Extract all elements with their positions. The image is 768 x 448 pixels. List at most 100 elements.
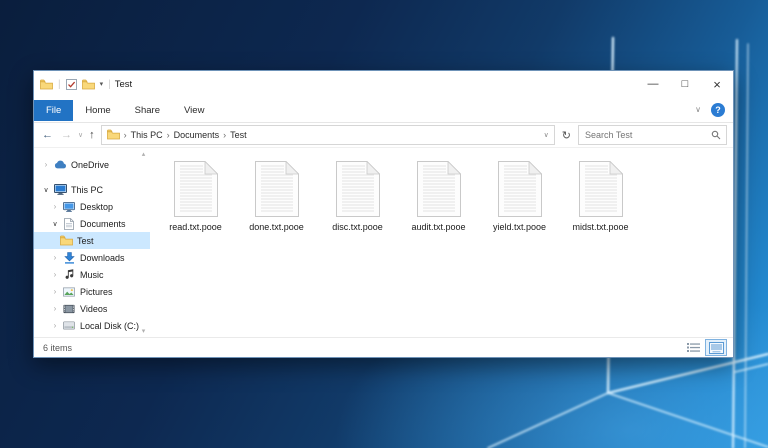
file-item-audit-txt-pooe[interactable]: audit.txt.pooe — [398, 161, 479, 232]
sidebar-item-pictures[interactable]: › Pictures — [34, 283, 150, 300]
sidebar-item-onedrive[interactable]: › OneDrive — [34, 156, 150, 173]
sidebar-item-label: Music — [80, 270, 104, 280]
file-name: disc.txt.pooe — [332, 222, 383, 232]
sidebar-item-this-pc[interactable]: ∨ This PC — [34, 181, 150, 198]
sidebar-item-videos[interactable]: › Videos — [34, 300, 150, 317]
folder-icon — [58, 235, 74, 246]
ribbon-tab-bar: FileHomeShareView ∨ ? — [34, 97, 733, 123]
search-input[interactable] — [579, 130, 706, 140]
cloud-icon — [52, 160, 68, 169]
file-list[interactable]: read.txt.pooe done.txt.pooe disc.txt.pooe a… — [150, 148, 733, 337]
text-file-icon — [336, 161, 380, 219]
chevron-right-icon[interactable]: › — [49, 304, 61, 313]
file-item-midst-txt-pooe[interactable]: midst.txt.pooe — [560, 161, 641, 232]
details-view-button[interactable] — [683, 340, 703, 355]
breadcrumb-chevron-icon[interactable]: › — [124, 130, 127, 140]
ribbon-tabs: FileHomeShareView — [34, 98, 216, 121]
quick-access-toolbar: | ▾ | — [40, 79, 111, 90]
disk-icon — [61, 321, 77, 330]
sidebar-item-label: Local Disk (C:) — [80, 321, 139, 331]
sidebar-item-label: Videos — [80, 304, 107, 314]
breadcrumb-chevron-icon[interactable]: › — [167, 130, 170, 140]
file-item-disc-txt-pooe[interactable]: disc.txt.pooe — [317, 161, 398, 232]
file-name: read.txt.pooe — [169, 222, 222, 232]
qat-customize-chevron-icon[interactable]: ▾ — [100, 80, 104, 88]
sidebar-item-desktop[interactable]: ›Desktop — [34, 198, 150, 215]
separator: | — [108, 79, 111, 90]
explorer-folder-icon — [40, 79, 53, 90]
close-button[interactable]: × — [701, 71, 733, 97]
file-name: midst.txt.pooe — [572, 222, 628, 232]
titlebar[interactable]: | ▾ | Test — □ × — [34, 71, 733, 97]
file-name: yield.txt.pooe — [493, 222, 546, 232]
chevron-down-icon[interactable]: ∨ — [49, 220, 61, 228]
large-icons-view-button[interactable] — [705, 339, 727, 356]
breadcrumb-segment-test[interactable]: Test — [230, 130, 247, 140]
sidebar-item-label: Pictures — [80, 287, 113, 297]
maximize-button[interactable]: □ — [669, 71, 701, 97]
chevron-right-icon[interactable]: › — [49, 287, 61, 296]
status-bar: 6 items — [34, 337, 733, 357]
navigation-bar: ← → ∨ ↑ ›This PC›Documents›Test ∨ ↻ — [34, 123, 733, 148]
items-count: 6 items — [43, 343, 72, 353]
properties-check-icon[interactable] — [66, 79, 77, 90]
file-item-yield-txt-pooe[interactable]: yield.txt.pooe — [479, 161, 560, 232]
sidebar-item-music[interactable]: › Music — [34, 266, 150, 283]
minimize-button[interactable]: — — [637, 71, 669, 97]
sidebar-item-label: This PC — [71, 185, 103, 195]
main-area: › OneDrive ∨ This PC ›Desktop ∨ Documents Test ›… — [34, 148, 733, 337]
sidebar-item-label: OneDrive — [71, 160, 109, 170]
breadcrumb: ›This PC›Documents›Test — [124, 130, 247, 140]
refresh-icon[interactable]: ↻ — [559, 129, 574, 142]
forward-button[interactable]: → — [59, 130, 74, 141]
tab-view[interactable]: View — [172, 100, 216, 121]
help-button[interactable]: ? — [711, 103, 725, 117]
tab-file[interactable]: File — [34, 100, 73, 121]
text-file-icon — [498, 161, 542, 219]
text-file-icon — [579, 161, 623, 219]
text-file-icon — [417, 161, 461, 219]
sidebar-item-downloads[interactable]: › Downloads — [34, 249, 150, 266]
tab-home[interactable]: Home — [73, 100, 122, 121]
sidebar-item-test[interactable]: Test — [34, 232, 150, 249]
pictures-icon — [61, 287, 77, 297]
breadcrumb-chevron-icon[interactable]: › — [223, 130, 226, 140]
new-folder-icon[interactable] — [82, 79, 95, 90]
expand-ribbon-chevron-icon[interactable]: ∨ — [685, 105, 711, 114]
downloads-icon — [61, 252, 77, 264]
chevron-right-icon[interactable]: › — [40, 160, 52, 169]
breadcrumb-segment-this-pc[interactable]: This PC — [131, 130, 163, 140]
chevron-right-icon[interactable]: › — [49, 270, 61, 279]
scroll-down-icon[interactable]: ▾ — [142, 327, 146, 335]
desktop-icon — [61, 202, 77, 212]
tab-share[interactable]: Share — [123, 100, 172, 121]
chevron-down-icon[interactable]: ∨ — [40, 186, 52, 194]
recent-locations-chevron-icon[interactable]: ∨ — [78, 131, 83, 139]
file-name: audit.txt.pooe — [411, 222, 465, 232]
computer-icon — [52, 184, 68, 195]
address-dropdown-chevron-icon[interactable]: ∨ — [544, 131, 549, 139]
file-item-read-txt-pooe[interactable]: read.txt.pooe — [155, 161, 236, 232]
sidebar-item-local-disk-c[interactable]: › Local Disk (C:) — [34, 317, 150, 334]
explorer-window: | ▾ | Test — □ × FileHomeShareView ∨ ? ←… — [33, 70, 734, 358]
file-item-done-txt-pooe[interactable]: done.txt.pooe — [236, 161, 317, 232]
chevron-right-icon[interactable]: › — [49, 253, 61, 262]
chevron-right-icon[interactable]: › — [49, 202, 61, 211]
chevron-right-icon[interactable]: › — [49, 321, 61, 330]
folder-tree: › OneDrive ∨ This PC ›Desktop ∨ Documents Test ›… — [34, 156, 150, 334]
videos-icon — [61, 304, 77, 314]
sidebar-item-label: Downloads — [80, 253, 125, 263]
breadcrumb-segment-documents[interactable]: Documents — [174, 130, 220, 140]
window-title: Test — [115, 79, 132, 90]
back-button[interactable]: ← — [40, 130, 55, 141]
sidebar-item-label: Test — [77, 236, 94, 246]
separator: | — [58, 79, 61, 90]
sidebar-item-documents[interactable]: ∨ Documents — [34, 215, 150, 232]
music-icon — [61, 269, 77, 280]
address-bar[interactable]: ›This PC›Documents›Test ∨ — [101, 125, 555, 145]
up-button[interactable]: ↑ — [87, 130, 97, 141]
sidebar-scrollbar[interactable]: ▴ ▾ — [138, 150, 149, 335]
scroll-up-icon[interactable]: ▴ — [142, 150, 146, 158]
search-icon[interactable] — [706, 130, 726, 140]
sidebar-item-label: Documents — [80, 219, 126, 229]
